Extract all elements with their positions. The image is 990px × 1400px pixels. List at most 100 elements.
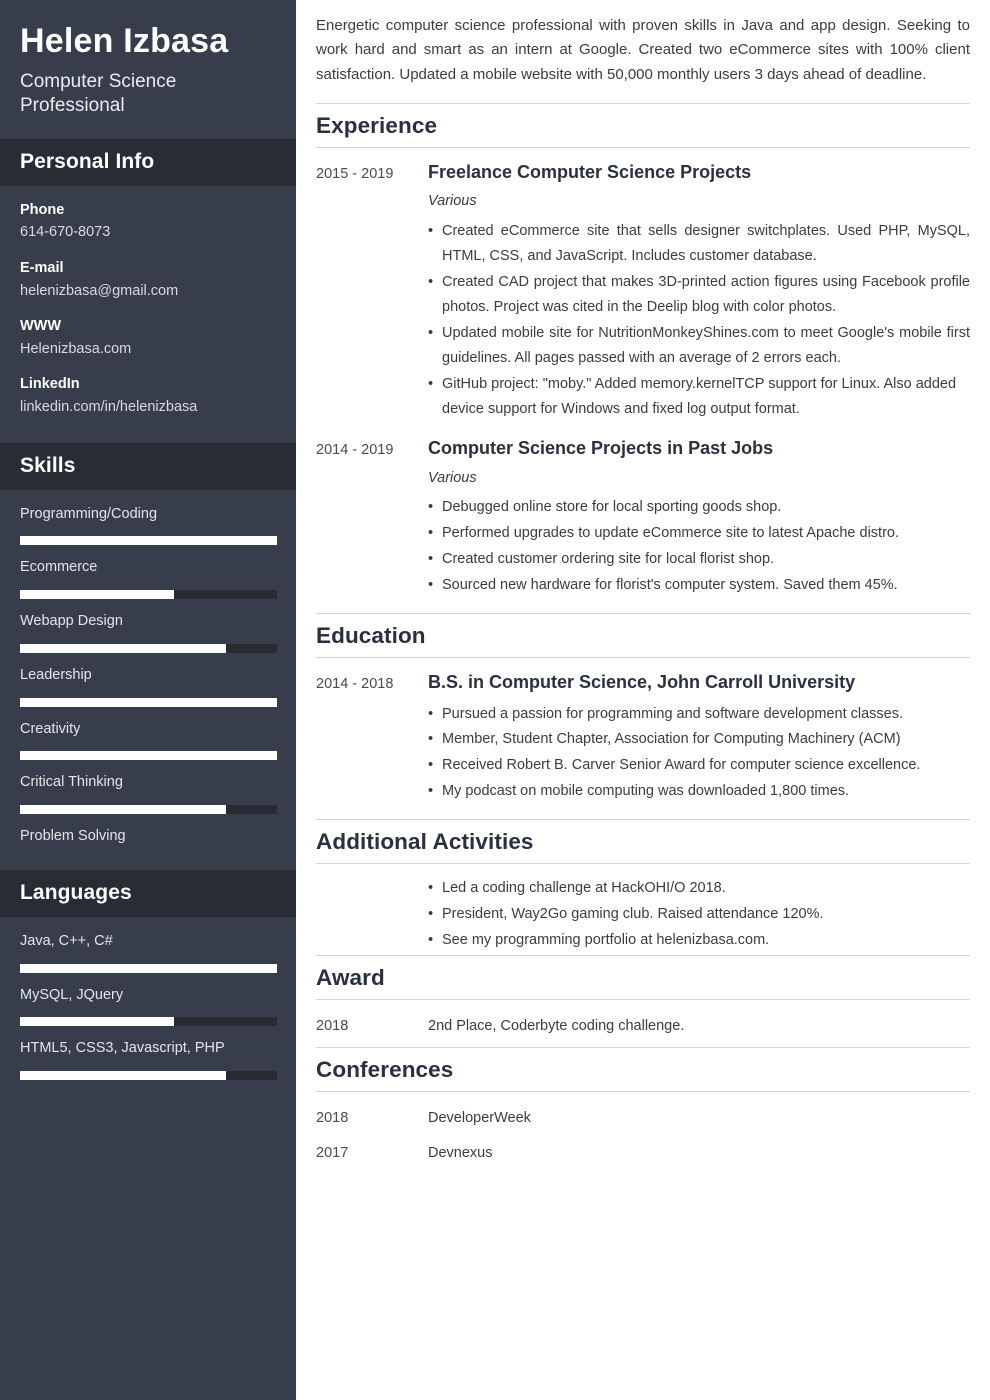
award-section: Award 2018 2nd Place, Coderbyte coding ch… <box>316 955 970 1039</box>
entry: 2017 Devnexus <box>316 1139 970 1166</box>
skill-bar-track <box>20 963 277 973</box>
education-heading: Education <box>316 623 426 649</box>
skill-label: MySQL, JQuery <box>20 986 124 1003</box>
skill-bar-track <box>20 697 277 707</box>
contact-label: WWW <box>20 318 62 335</box>
bullet-item: President, Way2Go gaming club. Raised at… <box>428 902 970 927</box>
entry-subtitle: Various <box>428 193 477 210</box>
languages-header: Languages <box>0 869 296 917</box>
skill-label: Problem Solving <box>20 828 126 845</box>
skill-bar-track <box>20 536 277 546</box>
skill-label: Programming/Coding <box>20 505 158 522</box>
personal-info-heading: Personal Info <box>20 149 155 173</box>
skill-label: Critical Thinking <box>20 774 123 791</box>
skill-bar-track <box>20 805 277 815</box>
candidate-name: Helen Izbasa <box>20 22 229 60</box>
entry-body: Computer Science Projects in Past Jobs Va… <box>428 436 970 599</box>
contact-value: helenizbasa@gmail.com <box>20 282 179 299</box>
skill-bar-fill <box>20 536 277 546</box>
conferences-heading: Conferences <box>316 1057 454 1083</box>
candidate-job-title: Computer Science Professional <box>20 71 177 117</box>
conference-entries: 2018 DeveloperWeek 2017 Devnexus <box>316 1104 970 1166</box>
languages-list: Java, C++, C# MySQL, JQuery HTML5, CSS3, J… <box>0 917 296 1102</box>
education-section-head: Education <box>316 613 970 659</box>
skill-item: Problem Solving <box>20 826 276 848</box>
entry-title: Computer Science Projects in Past Jobs <box>428 438 774 459</box>
entry: 2018 2nd Place, Coderbyte coding challeng… <box>316 1012 970 1039</box>
professional-summary: Energetic computer science professional … <box>316 17 970 83</box>
skill-bar-fill <box>20 1017 175 1027</box>
contact-value: Helenizbasa.com <box>20 340 132 357</box>
entry-text: Devnexus <box>428 1144 493 1161</box>
award-heading: Award <box>316 965 385 991</box>
contact-value: linkedin.com/in/helenizbasa <box>20 399 198 416</box>
education-entries: 2014 - 2018 B.S. in Computer Science, Joh… <box>316 670 970 805</box>
experience-section: Experience 2015 - 2019 Freelance Computer… <box>316 102 970 599</box>
skill-label: Webapp Design <box>20 613 123 630</box>
skill-item: Java, C++, C# <box>20 931 277 973</box>
skill-bar-fill <box>20 751 277 761</box>
skills-header: Skills <box>0 442 296 490</box>
bullet-item: Created customer ordering site for local… <box>428 547 970 572</box>
skill-item: Programming/Coding <box>20 504 277 546</box>
contact-value: 614-670-8073 <box>20 224 111 241</box>
contact-item: Phone 614-670-8073 <box>20 200 276 244</box>
skill-bar-fill <box>20 590 175 600</box>
bullet-item: My podcast on mobile computing was downl… <box>428 779 970 804</box>
bullet-item: Updated mobile site for NutritionMonkeyS… <box>428 321 970 371</box>
activities-heading: Additional Activities <box>316 829 534 855</box>
bullet-item: Received Robert B. Carver Senior Award f… <box>428 753 970 778</box>
award-entries: 2018 2nd Place, Coderbyte coding challeng… <box>316 1012 970 1039</box>
entry: 2018 DeveloperWeek <box>316 1104 970 1131</box>
bullet-item: GitHub project: "moby." Added memory.ker… <box>428 372 970 422</box>
bullet-item: Member, Student Chapter, Association for… <box>428 727 970 752</box>
entry: 2014 - 2019 Computer Science Projects in … <box>316 436 970 599</box>
contact-item: LinkedIn linkedin.com/in/helenizbasa <box>20 374 276 418</box>
contact-item: E-mail helenizbasa@gmail.com <box>20 258 276 302</box>
skill-item: Creativity <box>20 719 277 761</box>
entry-date: 2017 <box>316 1144 349 1161</box>
bullet-item: Created eCommerce site that sells design… <box>428 219 970 269</box>
experience-entries: 2015 - 2019 Freelance Computer Science Pr… <box>316 160 970 599</box>
skill-bar-fill <box>20 1071 226 1081</box>
skill-bar-track <box>20 1017 277 1027</box>
entry-text: DeveloperWeek <box>428 1110 531 1127</box>
award-section-head: Award <box>316 955 970 1001</box>
entry: 2015 - 2019 Freelance Computer Science Pr… <box>316 160 970 423</box>
main-content: Energetic computer science professional … <box>296 0 990 1400</box>
skill-item: Critical Thinking <box>20 772 277 815</box>
experience-heading: Experience <box>316 112 438 138</box>
bullet-item: Sourced new hardware for florist's compu… <box>428 573 970 598</box>
bullet-item: Led a coding challenge at HackOHI/O 2018… <box>428 876 970 901</box>
bullet-list: Debugged online store for local sporting… <box>428 495 970 598</box>
contact-item: WWW Helenizbasa.com <box>20 316 276 360</box>
skill-bar-fill <box>20 805 226 815</box>
skill-item: Webapp Design <box>20 611 277 653</box>
sidebar: Helen Izbasa Computer Science Profession… <box>0 0 296 1400</box>
entry-date: 2018 <box>316 1018 349 1035</box>
personal-info-header: Personal Info <box>0 138 296 186</box>
entry-date: 2018 <box>316 1110 349 1127</box>
entry: 2014 - 2018 B.S. in Computer Science, Joh… <box>316 670 970 805</box>
contact-label: E-mail <box>20 259 64 276</box>
entry-date: 2014 - 2019 <box>316 442 394 459</box>
skill-item: Leadership <box>20 665 277 707</box>
skills-heading: Skills <box>20 453 76 477</box>
skill-bar-track <box>20 1071 277 1081</box>
activities-bullet-list: Led a coding challenge at HackOHI/O 2018… <box>428 876 970 953</box>
languages-heading: Languages <box>20 880 132 904</box>
entry-text: 2nd Place, Coderbyte coding challenge. <box>428 1018 685 1035</box>
bullet-item: See my programming portfolio at helenizb… <box>428 928 970 953</box>
skill-label: Leadership <box>20 666 92 683</box>
bullet-item: Pursued a passion for programming and so… <box>428 702 970 727</box>
personal-info-list: Phone 614-670-8073 E-mail helenizbasa@gmail… <box>0 186 296 443</box>
skill-item: HTML5, CSS3, Javascript, PHP <box>20 1038 277 1081</box>
skill-bar-track <box>20 751 277 761</box>
skill-label: Creativity <box>20 720 81 737</box>
name-block: Helen Izbasa Computer Science Profession… <box>0 0 296 139</box>
entry-body: Freelance Computer Science Projects Vario… <box>428 160 970 423</box>
bullet-item: Performed upgrades to update eCommerce s… <box>428 521 970 546</box>
entry-title: B.S. in Computer Science, John Carroll U… <box>428 672 856 693</box>
entry-title: Freelance Computer Science Projects <box>428 161 752 182</box>
skill-bar-fill <box>20 963 277 973</box>
